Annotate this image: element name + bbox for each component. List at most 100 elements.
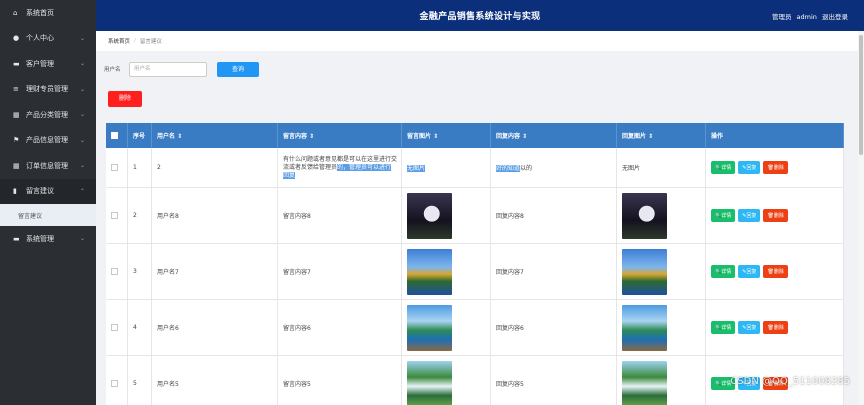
chevron-icon: ⌄ [79, 34, 85, 42]
chevron-icon: ⌄ [79, 235, 85, 243]
table-row: 1 2 有什么问题或者意见都是可以在这里进行交流或者反馈给管理员的，管理员可以进… [106, 148, 844, 188]
row-checkbox[interactable] [111, 268, 118, 275]
app-title: 金融产品销售系统设计与实现 [419, 12, 541, 22]
sidebar-item-label: 留言建议 [26, 187, 54, 196]
delete-button[interactable]: 🗑 删除 [763, 209, 788, 222]
grid-icon: ▦ [13, 161, 20, 170]
sidebar-item[interactable]: ▦ 订单信息管理 ⌄ [0, 153, 96, 179]
reply-button[interactable]: ✎ 回复 [738, 321, 761, 334]
row-checkbox-cell [106, 188, 128, 243]
row-checkbox[interactable] [111, 164, 118, 171]
chevron-icon: ⌄ [79, 60, 85, 68]
batch-delete-button[interactable]: 删除 [108, 91, 142, 107]
detail-button[interactable]: 🔍 详情 [711, 161, 736, 174]
vertical-scrollbar[interactable] [858, 31, 864, 405]
sidebar-subitem-message[interactable]: 留言建议 [0, 204, 96, 226]
scrollbar-thumb[interactable] [859, 35, 863, 155]
index-cell: 3 [128, 244, 152, 299]
sidebar-item[interactable]: ▦ 产品分类管理 ⌄ [0, 102, 96, 128]
username-search-input[interactable]: 用户名 [129, 61, 207, 77]
row-checkbox-cell [106, 244, 128, 299]
delete-button[interactable]: 🗑 删除 [763, 161, 788, 174]
sidebar-item[interactable]: ▮ 留言建议 ⌃ [0, 178, 96, 204]
message-content: 有什么问题或者意见都是可以在这里进行交流或者反馈给管理员的，管理员可以进行回复 [283, 155, 398, 179]
chevron-icon: ⌄ [79, 136, 85, 144]
column-header[interactable]: 用户名 ⇕ [152, 123, 278, 148]
username-cell: 用户名8 [152, 188, 278, 243]
sidebar-item[interactable]: ⌂ 系统首页 [0, 0, 96, 26]
message-image[interactable] [622, 248, 667, 295]
actions-cell: 🔍 详情 ✎ 回复 🗑 删除 [706, 300, 844, 355]
row-checkbox[interactable] [111, 324, 118, 331]
reply-content: 回复内容5 [496, 381, 524, 388]
reply-cell: 回复内容7 [491, 244, 617, 299]
row-checkbox[interactable] [111, 380, 118, 387]
sidebar: ⌂ 系统首页 ● 个人中心 ⌄ ▬ 客户管理 ⌄ ≡ 理财专员管理 ⌄ ▦ 产品分类管… [0, 0, 96, 405]
detail-button[interactable]: 🔍 详情 [711, 209, 736, 222]
column-header[interactable]: 留言内容 ⇕ [278, 123, 402, 148]
reply-cell: 好的知道以的 [491, 148, 617, 187]
reply-content: 回复内容7 [496, 269, 524, 276]
image-cell [402, 300, 491, 355]
monitor-icon: ▬ [13, 234, 20, 243]
row-checkbox[interactable] [111, 212, 118, 219]
sidebar-item[interactable]: ≡ 理财专员管理 ⌄ [0, 77, 96, 103]
breadcrumb-home[interactable]: 系统首页 [108, 37, 130, 45]
username-cell: 用户名6 [152, 300, 278, 355]
reply-button[interactable]: ✎ 回复 [738, 161, 761, 174]
top-header: 金融产品销售系统设计与实现 管理员 admin 退出登录 [96, 0, 864, 31]
image-cell [402, 188, 491, 243]
sidebar-item[interactable]: ▬ 客户管理 ⌄ [0, 51, 96, 77]
user-icon: ● [13, 34, 20, 43]
reply-content: 好的知道以的 [496, 165, 533, 172]
sidebar-item-label: 客户管理 [26, 59, 54, 68]
index-cell: 5 [128, 356, 152, 405]
reply-cell: 回复内容5 [491, 356, 617, 405]
reply-button[interactable]: ✎ 回复 [738, 209, 761, 222]
search-button[interactable]: 查询 [217, 61, 259, 77]
username-cell: 用户名5 [152, 356, 278, 405]
column-header[interactable]: 操作 [706, 123, 844, 148]
actions-cell: 🔍 详情 ✎ 回复 🗑 删除 [706, 244, 844, 299]
column-header[interactable]: 回复图片 ⇕ [617, 123, 706, 148]
image-cell: 无图片 [402, 148, 491, 187]
list-icon: ≡ [13, 85, 19, 94]
row-checkbox-cell [106, 356, 128, 405]
column-header[interactable]: 留言图片 ⇕ [402, 123, 491, 148]
image-cell [402, 244, 491, 299]
content-cell: 有什么问题或者意见都是可以在这里进行交流或者反馈给管理员的，管理员可以进行回复 [278, 148, 402, 187]
sidebar-item[interactable]: ▬ 系统管理 ⌄ [0, 226, 96, 252]
message-image[interactable] [407, 248, 452, 295]
user-role: 管理员 [771, 13, 792, 21]
message-content: 留言内容7 [283, 269, 311, 276]
message-image[interactable] [622, 304, 667, 351]
username-cell: 2 [152, 148, 278, 187]
message-image[interactable] [622, 192, 667, 239]
book-icon: ▮ [13, 187, 17, 196]
delete-button[interactable]: 🗑 删除 [763, 265, 788, 278]
sidebar-item-label: 产品信息管理 [26, 136, 68, 145]
reply-image-cell: 无图片 [617, 148, 706, 187]
row-checkbox-cell [106, 148, 128, 187]
message-image[interactable] [407, 192, 452, 239]
column-header[interactable] [106, 123, 128, 148]
reply-button[interactable]: ✎ 回复 [738, 265, 761, 278]
column-header[interactable]: 序号 [128, 123, 152, 148]
sidebar-item[interactable]: ⚑ 产品信息管理 ⌄ [0, 128, 96, 154]
flag-icon: ⚑ [13, 136, 20, 145]
column-header[interactable]: 回复内容 ⇕ [491, 123, 617, 148]
detail-button[interactable]: 🔍 详情 [711, 265, 736, 278]
username-cell: 用户名7 [152, 244, 278, 299]
row-checkbox-cell [106, 300, 128, 355]
message-image[interactable] [622, 360, 667, 405]
grid-icon: ▦ [13, 110, 20, 119]
breadcrumb: 系统首页 / 留言建议 [96, 31, 864, 51]
sidebar-item[interactable]: ● 个人中心 ⌄ [0, 26, 96, 52]
select-all-checkbox[interactable] [111, 132, 118, 139]
message-image[interactable] [407, 360, 452, 405]
actions-cell: 🔍 详情 ✎ 回复 🗑 删除 [706, 188, 844, 243]
detail-button[interactable]: 🔍 详情 [711, 321, 736, 334]
message-image[interactable] [407, 304, 452, 351]
logout-link[interactable]: 退出登录 [822, 13, 848, 21]
delete-button[interactable]: 🗑 删除 [763, 321, 788, 334]
